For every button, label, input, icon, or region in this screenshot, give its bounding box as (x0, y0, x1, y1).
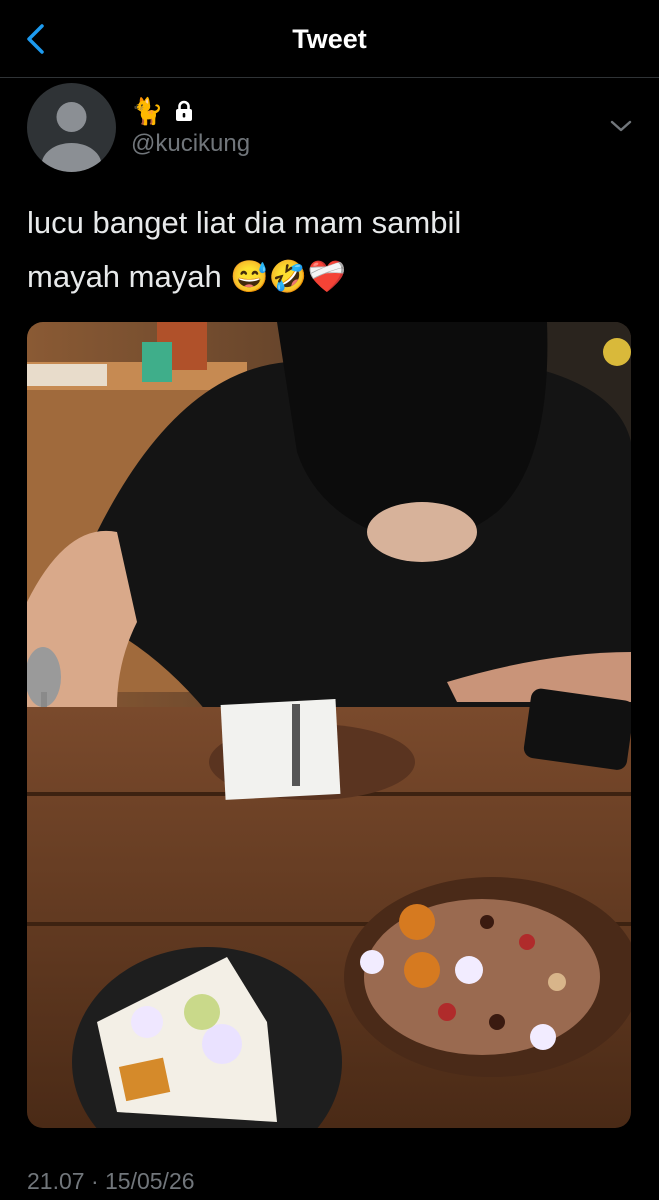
photo-illustration (27, 322, 631, 1128)
tweet-text-line-2: mayah mayah 😅🤣❤️‍🩹 (27, 259, 347, 294)
top-navigation-bar: Tweet (0, 0, 659, 78)
tweet-text-line-1: lucu banget liat dia mam sambil (27, 205, 462, 240)
author-name-row[interactable]: 🐈 (131, 96, 195, 126)
author-handle[interactable]: @kucikung (131, 130, 250, 158)
tweet-timestamp: 21.07 · 15/05/26 (27, 1168, 195, 1194)
default-avatar-icon (41, 102, 102, 172)
tweet-text: lucu banget liat dia mam sambil mayah ma… (27, 196, 627, 304)
lock-icon (176, 100, 193, 121)
page-title: Tweet (292, 24, 367, 54)
chevron-down-icon[interactable] (608, 116, 634, 136)
author-display-name: 🐈 (131, 95, 164, 126)
avatar[interactable] (27, 83, 116, 172)
tweet-photo[interactable] (27, 322, 631, 1128)
